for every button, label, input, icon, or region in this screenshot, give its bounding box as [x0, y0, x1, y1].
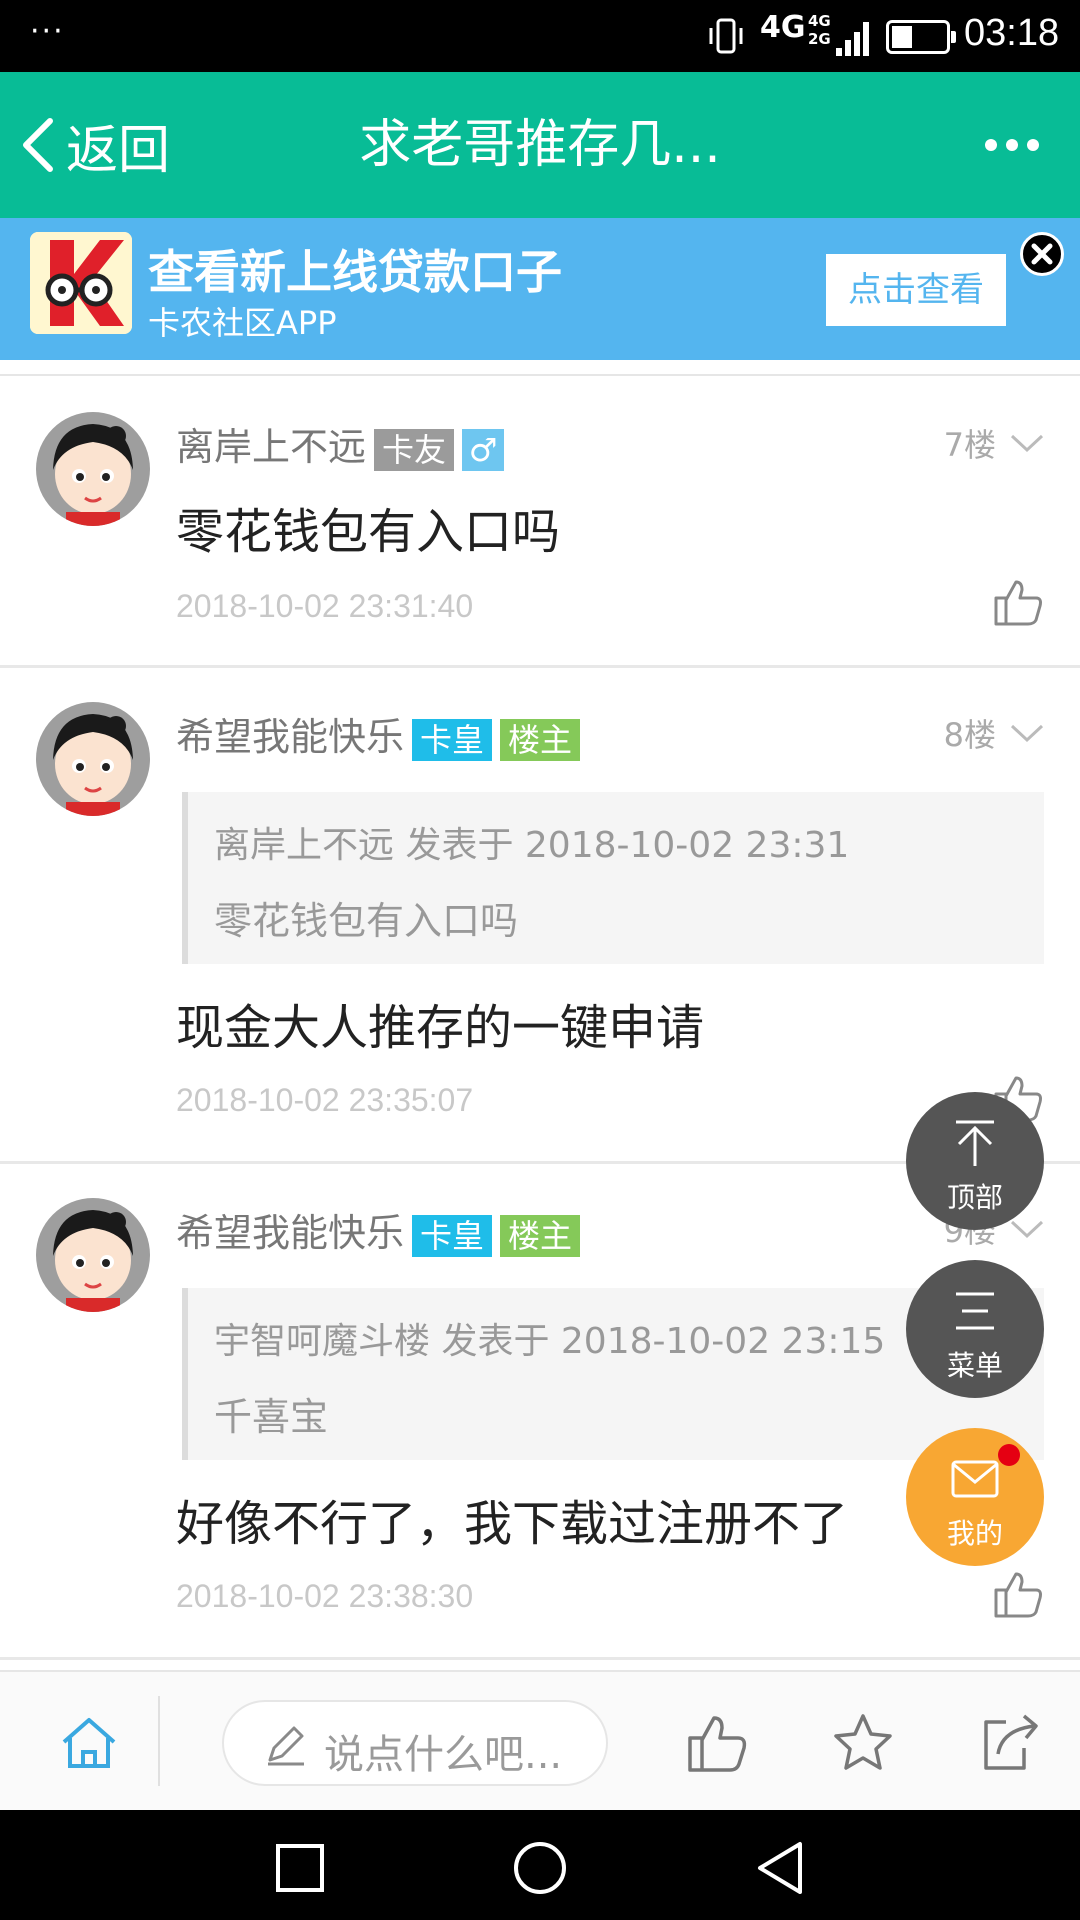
ad-subtitle: 卡农社区APP: [148, 304, 337, 342]
quoted-post[interactable]: 离岸上不远 发表于 2018-10-02 23:31 零花钱包有入口吗: [182, 792, 1044, 964]
post-timestamp: 2018-10-02 23:35:07: [176, 1082, 474, 1118]
username[interactable]: 离岸上不远 卡友 ♂: [176, 416, 505, 471]
star-icon[interactable]: [832, 1712, 894, 1774]
floor-number: 8楼: [943, 716, 996, 754]
my-messages-button[interactable]: 我的: [906, 1428, 1044, 1566]
user-badge: 卡皇: [412, 718, 493, 761]
post-timestamp: 2018-10-02 23:31:40: [176, 588, 474, 624]
ad-close-button[interactable]: [1020, 232, 1064, 276]
comment-input[interactable]: 说点什么吧...: [222, 1700, 608, 1786]
username[interactable]: 希望我能快乐 卡皇 楼主: [176, 1202, 581, 1257]
floor-menu[interactable]: 8楼: [944, 710, 1044, 756]
username-text: 离岸上不远: [176, 425, 367, 469]
pencil-icon: [268, 1726, 304, 1766]
mine-label: 我的: [946, 1517, 1003, 1550]
floor-number: 7楼: [943, 426, 996, 464]
ad-headline: 查看新上线贷款口子: [148, 245, 562, 299]
post-timestamp: 2018-10-02 23:38:30: [176, 1578, 474, 1614]
username-text: 希望我能快乐: [176, 715, 405, 759]
username[interactable]: 希望我能快乐 卡皇 楼主: [176, 706, 581, 761]
thumbs-up-icon[interactable]: [992, 1568, 1044, 1620]
scroll-top-label: 顶部: [946, 1181, 1003, 1214]
thumbs-up-icon[interactable]: [992, 576, 1044, 628]
notification-dot: [998, 1444, 1020, 1466]
post-content: 零花钱包有入口吗: [176, 504, 561, 560]
chevron-down-icon: [1010, 434, 1044, 453]
title-bar: 返回 求老哥推存几...: [0, 72, 1080, 218]
avatar[interactable]: [36, 1198, 150, 1312]
menu-icon: [956, 1292, 994, 1330]
chevron-down-icon: [1010, 1220, 1044, 1239]
op-badge: 楼主: [500, 718, 581, 761]
username-text: 希望我能快乐: [176, 1211, 405, 1255]
quote-header: 宇智呵魔斗楼 发表于 2018-10-02 23:15: [214, 1321, 886, 1362]
view-button[interactable]: 点击查看: [826, 254, 1006, 326]
post-floor-7: 离岸上不远 卡友 ♂ 7楼 零花钱包有入口吗 2018-10-02 23:31:40: [0, 378, 1080, 668]
network-type: 4G: [760, 10, 806, 45]
logo-icon: [30, 232, 132, 334]
app-logo: [30, 232, 132, 334]
signal-icon: [836, 22, 869, 56]
thumbs-up-icon[interactable]: [686, 1712, 748, 1774]
avatar-icon: [36, 702, 150, 816]
ad-banner[interactable]: 查看新上线贷款口子 卡农社区APP 点击查看: [0, 218, 1080, 360]
navigation-bar: [0, 1810, 1080, 1920]
share-icon[interactable]: [980, 1712, 1042, 1774]
home-button-icon[interactable]: [512, 1840, 568, 1896]
recents-icon[interactable]: [272, 1840, 328, 1896]
avatar[interactable]: [36, 702, 150, 816]
user-badge: 卡友: [374, 428, 455, 471]
avatar[interactable]: [36, 412, 150, 526]
avatar-icon: [36, 412, 150, 526]
status-bar: ··· 4G 4G 2G 03:18: [0, 0, 1080, 72]
arrow-up-icon: [956, 1120, 994, 1166]
user-badge: 卡皇: [412, 1214, 493, 1257]
close-icon: [1031, 243, 1053, 265]
avatar-icon: [36, 1198, 150, 1312]
post-content: 现金大人推存的一键申请: [176, 1000, 705, 1056]
comment-placeholder: 说点什么吧...: [324, 1732, 563, 1778]
app-screen: ··· 4G 4G 2G 03:18 返回 求老哥推存几... 查看新上线贷款口…: [0, 0, 1080, 1920]
vibrate-icon: [709, 18, 743, 54]
chevron-down-icon: [1010, 724, 1044, 743]
post-floor-8: 希望我能快乐 卡皇 楼主 8楼 离岸上不远 发表于 2018-10-02 23:31…: [0, 668, 1080, 1164]
quote-header: 离岸上不远 发表于 2018-10-02 23:31: [214, 825, 850, 866]
network-type-secondary: 4G 2G: [808, 12, 831, 48]
scroll-top-button[interactable]: 顶部: [906, 1092, 1044, 1230]
menu-button[interactable]: 菜单: [906, 1260, 1044, 1398]
mail-icon: [951, 1460, 999, 1498]
quote-body: 零花钱包有入口吗: [214, 899, 519, 943]
divider: [0, 360, 1080, 376]
post-content: 好像不行了，我下载过注册不了: [176, 1496, 849, 1552]
quote-body: 千喜宝: [214, 1395, 329, 1439]
bottom-toolbar: 说点什么吧...: [0, 1670, 1080, 1810]
post-floor-9: 希望我能快乐 卡皇 楼主 9楼 宇智呵魔斗楼 发表于 2018-10-02 23:1…: [0, 1164, 1080, 1660]
back-nav-icon[interactable]: [752, 1840, 808, 1896]
page-title: 求老哥推存几...: [359, 115, 721, 175]
notification-dots: ···: [30, 14, 65, 49]
menu-label: 菜单: [946, 1349, 1003, 1382]
more-icon[interactable]: [984, 132, 1040, 158]
toolbar-divider: [158, 1696, 160, 1786]
battery-icon: [886, 20, 956, 54]
male-icon: ♂: [462, 428, 505, 471]
floor-menu[interactable]: 7楼: [944, 420, 1044, 466]
clock: 03:18: [964, 12, 1060, 54]
op-badge: 楼主: [500, 1214, 581, 1257]
home-icon[interactable]: [60, 1714, 118, 1772]
